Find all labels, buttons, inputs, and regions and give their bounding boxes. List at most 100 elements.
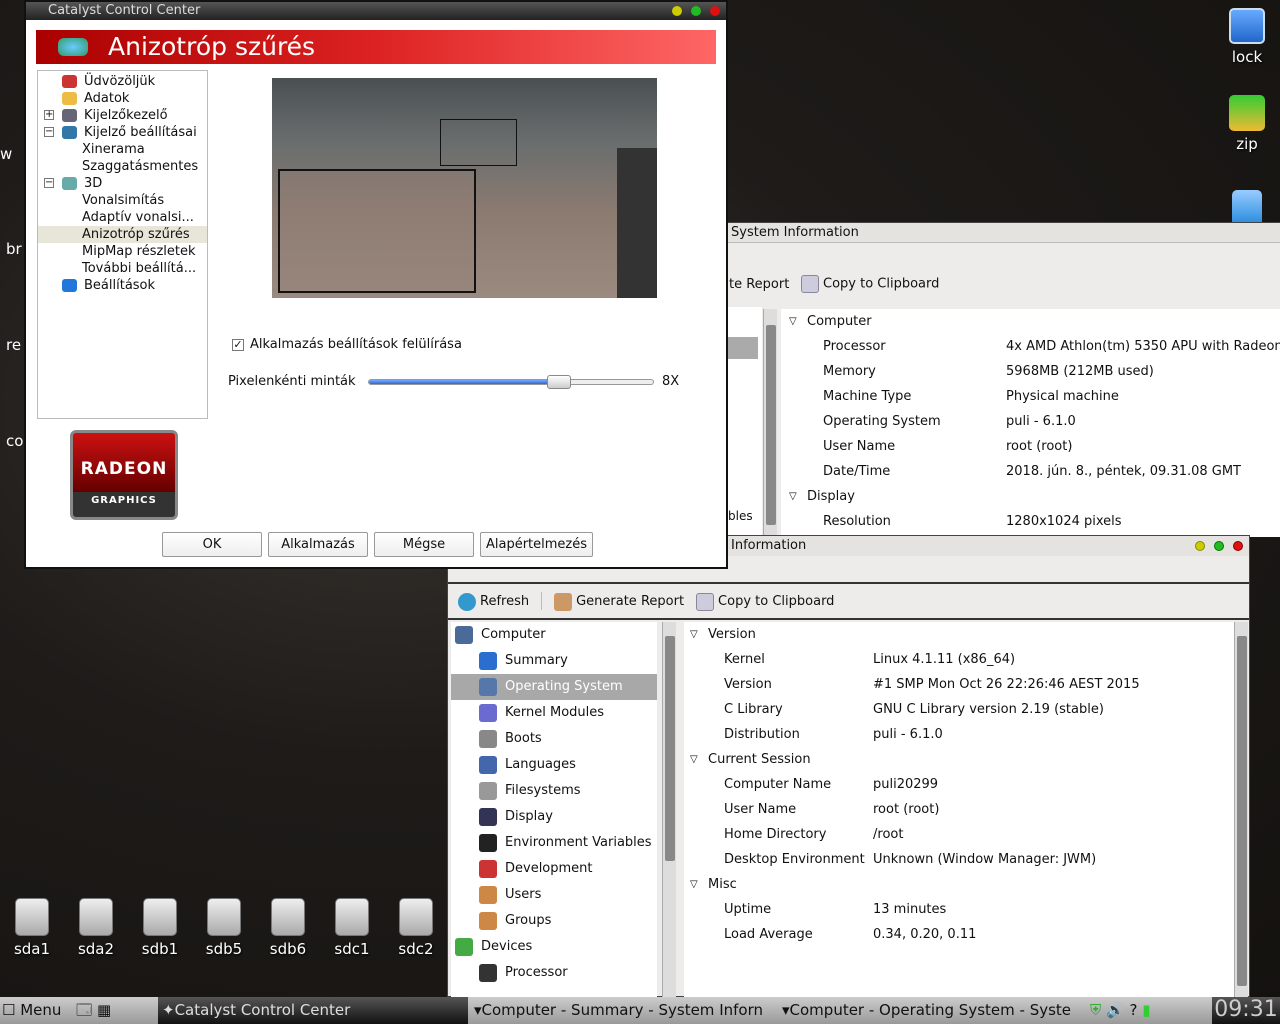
sidebar-item-icon	[479, 730, 497, 748]
tree-item[interactable]: − Kijelző beállításai	[38, 124, 207, 141]
minimize-button[interactable]	[672, 6, 682, 16]
drive-label: sdb5	[205, 940, 243, 958]
desktop-icon-lock[interactable]: lock	[1217, 8, 1277, 66]
override-checkbox-row[interactable]: ✓ Alkalmazás beállítások felülírása	[232, 337, 462, 352]
collapse-icon[interactable]: ▽	[789, 309, 797, 334]
scrollbar[interactable]	[763, 309, 777, 537]
close-button[interactable]	[710, 6, 720, 16]
menu-button[interactable]: ☐ Menu	[2, 997, 61, 1024]
drive-sdc1[interactable]: sdc1	[322, 898, 382, 958]
tree-item[interactable]: Szaggatásmentes	[38, 158, 207, 175]
ok-button[interactable]: OK	[162, 532, 262, 557]
section-header[interactable]: ▽ Computer	[787, 309, 1280, 334]
task-sysinfo-os[interactable]: ▾Computer - Operating System - Syste	[782, 997, 1088, 1024]
sidebar-item[interactable]: Operating System	[451, 674, 657, 700]
copy-clipboard-button[interactable]: Copy to Clipboard	[801, 275, 939, 293]
desktop-label[interactable]: re	[6, 336, 21, 354]
sidebar-item[interactable]: Summary	[451, 648, 657, 674]
override-checkbox[interactable]: ✓	[232, 338, 244, 351]
desktop-icon-zip[interactable]: zip	[1217, 95, 1277, 153]
maximize-button[interactable]	[691, 6, 701, 16]
task-catalyst[interactable]: ✦Catalyst Control Center	[158, 997, 468, 1024]
tree-item[interactable]: Anizotróp szűrés	[38, 226, 207, 243]
section-header[interactable]: ▽ Version	[688, 622, 1234, 647]
cancel-button[interactable]: Mégse	[374, 532, 474, 557]
shield-icon[interactable]: ⛨	[1090, 1001, 1101, 1019]
title-bar[interactable]: Catalyst Control Center	[26, 2, 726, 20]
close-button[interactable]	[1233, 541, 1243, 551]
sidebar-item-icon	[479, 782, 497, 800]
copy-clipboard-button[interactable]: Copy to Clipboard	[696, 584, 834, 618]
sidebar-scrollbar[interactable]	[662, 622, 676, 998]
collapse-icon[interactable]: ▽	[690, 747, 698, 772]
drive-icon[interactable]: ▮	[1142, 1001, 1150, 1019]
apply-button[interactable]: Alkalmazás	[268, 532, 368, 557]
desktop-label[interactable]: w	[0, 145, 12, 163]
sidebar-item[interactable]: Users	[451, 882, 657, 908]
collapse-icon[interactable]: ▽	[690, 622, 698, 647]
tree-item[interactable]: MipMap részletek	[38, 243, 207, 260]
clock[interactable]: 09:31	[1212, 997, 1280, 1024]
task-sysinfo-summary[interactable]: ▾Computer - Summary - System Inforn	[470, 997, 780, 1024]
tree-item[interactable]: Adatok	[38, 90, 207, 107]
detail-row: C Library GNU C Library version 2.19 (sta…	[724, 702, 1104, 717]
sidebar-item[interactable]: Boots	[451, 726, 657, 752]
sidebar-item[interactable]: Languages	[451, 752, 657, 778]
quicklaunch-icons[interactable]: 🗔 ▦	[76, 997, 111, 1024]
sidebar-item[interactable]: Filesystems	[451, 778, 657, 804]
drive-label: sdc2	[398, 940, 434, 958]
slider-value: 8X	[662, 374, 680, 389]
tree-item[interactable]: −3D	[38, 175, 207, 192]
drive-sdb6[interactable]: sdb6	[258, 898, 318, 958]
collapse-icon[interactable]: ▽	[789, 484, 797, 509]
tree-item[interactable]: Beállítások	[38, 277, 207, 294]
sidebar-item-icon	[479, 808, 497, 826]
generate-report-button[interactable]: Generate Report	[554, 584, 684, 618]
sidebar-item-icon	[479, 652, 497, 670]
sidebar-item[interactable]: Display	[451, 804, 657, 830]
drive-sda1[interactable]: sda1	[2, 898, 62, 958]
drive-sdb1[interactable]: sdb1	[130, 898, 190, 958]
expander-icon[interactable]: +	[44, 110, 54, 120]
refresh-button[interactable]: Refresh	[458, 584, 529, 618]
sidebar-item-icon	[479, 756, 497, 774]
slider-handle[interactable]	[547, 375, 572, 389]
drive-sdb5[interactable]: sdb5	[194, 898, 254, 958]
section-header[interactable]: ▽ Display	[787, 484, 1280, 509]
maximize-button[interactable]	[1214, 541, 1224, 551]
sidebar-item[interactable]: Development	[451, 856, 657, 882]
tree-item[interactable]: Üdvözöljük	[38, 73, 207, 90]
3d-icon	[58, 38, 88, 56]
tree-item[interactable]: Xinerama	[38, 141, 207, 158]
desktop-label[interactable]: br	[6, 240, 22, 258]
samples-slider[interactable]	[368, 375, 654, 389]
sidebar-item[interactable]: Environment Variables	[451, 830, 657, 856]
sidebar-item[interactable]: Devices	[451, 934, 657, 960]
network-icon[interactable]: ?	[1130, 1001, 1138, 1019]
minimize-button[interactable]	[1195, 541, 1205, 551]
tree-item[interactable]: További beállítá...	[38, 260, 207, 277]
sidebar-item[interactable]: Computer	[451, 622, 657, 648]
defaults-button[interactable]: Alapértelmezés	[480, 532, 593, 557]
section-header[interactable]: ▽ Misc	[688, 872, 1234, 897]
drive-label: sda1	[13, 940, 51, 958]
expander-icon[interactable]: −	[44, 127, 54, 137]
navigation-tree[interactable]: Üdvözöljük Adatok + Kijelzőkezelő − Kijelző b…	[37, 70, 208, 419]
section-header[interactable]: ▽ Current Session	[688, 747, 1234, 772]
details-scrollbar[interactable]	[1234, 622, 1248, 998]
detail-row: Kernel Linux 4.1.11 (x86_64)	[724, 652, 1016, 667]
sidebar-item[interactable]: Groups	[451, 908, 657, 934]
desktop-label[interactable]: co	[6, 432, 23, 450]
tree-item[interactable]: Vonalsimítás	[38, 192, 207, 209]
tree-item[interactable]: Adaptív vonalsi...	[38, 209, 207, 226]
volume-icon[interactable]: 🔊	[1106, 1001, 1125, 1019]
generate-report-button[interactable]: te Report	[729, 277, 789, 292]
drive-sda2[interactable]: sda2	[66, 898, 126, 958]
sidebar-item[interactable]: Processor	[451, 960, 657, 986]
sidebar-item[interactable]: Kernel Modules	[451, 700, 657, 726]
collapse-icon[interactable]: ▽	[690, 872, 698, 897]
tree-item[interactable]: + Kijelzőkezelő	[38, 107, 207, 124]
expander-icon[interactable]: −	[44, 178, 54, 188]
tray-icons[interactable]: ⛨ 🔊 ? ▮	[1090, 997, 1205, 1024]
drive-sdc2[interactable]: sdc2	[386, 898, 446, 958]
